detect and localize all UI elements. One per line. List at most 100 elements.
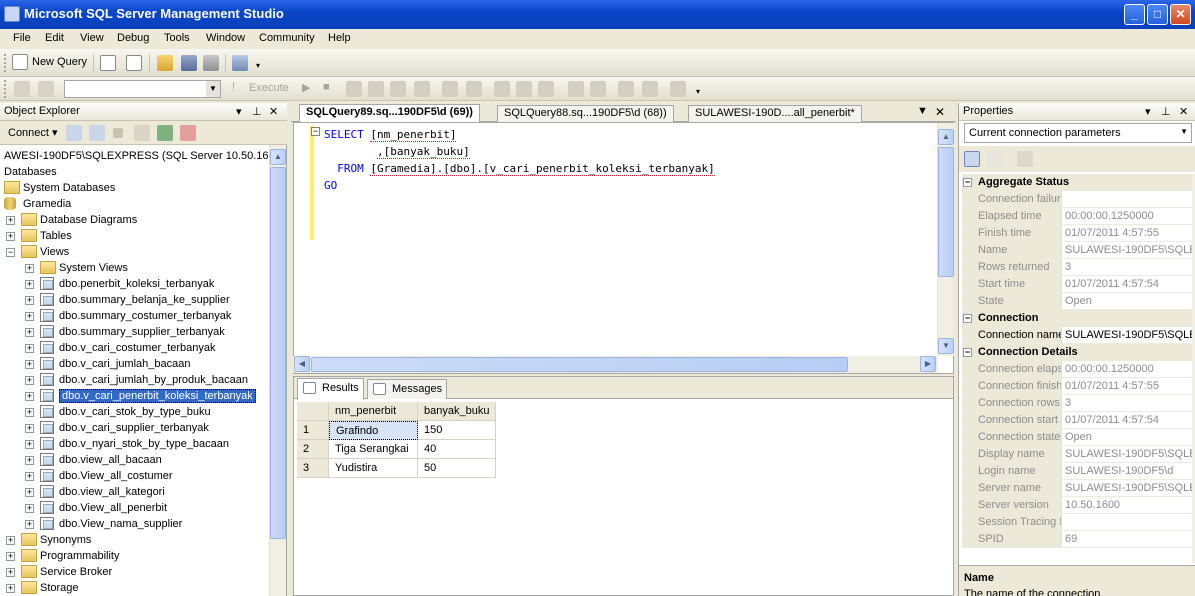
collapse-icon[interactable]: − xyxy=(963,348,972,357)
comment-icon[interactable] xyxy=(568,81,584,97)
results-text-icon[interactable] xyxy=(494,81,510,97)
tree-node[interactable]: + dbo.v_nyari_stok_by_type_bacaan xyxy=(0,436,268,452)
row-header[interactable]: 3 xyxy=(297,459,329,478)
tree-node[interactable]: + dbo.penerbit_koleksi_terbanyak xyxy=(0,276,268,292)
tree-node[interactable]: + dbo.View_all_penerbit xyxy=(0,500,268,516)
close-panel-icon[interactable]: ✕ xyxy=(269,105,278,118)
connect-icon[interactable] xyxy=(14,81,30,97)
hscroll-thumb[interactable] xyxy=(311,357,848,372)
expand-icon[interactable]: + xyxy=(25,456,34,465)
client-stats-icon[interactable] xyxy=(466,81,482,97)
expand-icon[interactable]: + xyxy=(25,424,34,433)
expand-icon[interactable]: + xyxy=(6,536,15,545)
tree-node[interactable]: + Service Broker xyxy=(0,564,268,580)
expand-icon[interactable]: + xyxy=(25,296,34,305)
expand-icon[interactable]: + xyxy=(25,312,34,321)
grid-cell[interactable]: Tiga Serangkai xyxy=(329,440,418,459)
maximize-button[interactable]: □ xyxy=(1147,4,1168,25)
collapse-icon[interactable]: − xyxy=(6,248,15,257)
expand-icon[interactable]: + xyxy=(25,440,34,449)
property-category[interactable]: − Aggregate Status xyxy=(962,174,1195,191)
tree-node[interactable]: + dbo.view_all_kategori xyxy=(0,484,268,500)
property-row[interactable]: Session Tracing I xyxy=(962,514,1195,531)
scroll-down-icon[interactable]: ▼ xyxy=(938,338,954,354)
print-icon[interactable] xyxy=(203,55,219,71)
row-header[interactable]: 1 xyxy=(297,421,329,440)
menu-debug[interactable]: Debug xyxy=(117,32,149,44)
display-plan-icon[interactable] xyxy=(368,81,384,97)
tree-node[interactable]: − Views xyxy=(0,244,268,260)
available-databases-dropdown[interactable]: ▼ xyxy=(64,80,221,98)
menu-tools[interactable]: Tools xyxy=(164,32,190,44)
tree-node[interactable]: + dbo.View_all_costumer xyxy=(0,468,268,484)
property-row[interactable]: Connection start 01/07/2011 4:57:54 xyxy=(962,412,1195,429)
property-category[interactable]: − Connection Details xyxy=(962,344,1195,361)
expand-icon[interactable]: + xyxy=(6,552,15,561)
disconnect-icon[interactable] xyxy=(89,125,105,141)
sql-editor[interactable]: − SELECT [nm_penerbit] ,[banyak_buku] FR… xyxy=(293,122,954,374)
property-pages-icon[interactable] xyxy=(1017,151,1033,167)
property-row[interactable]: NameSULAWESI-190DF5\SQLEXPR xyxy=(962,242,1195,259)
collapse-icon[interactable]: − xyxy=(963,178,972,187)
sql-code[interactable]: SELECT [nm_penerbit] ,[banyak_buku] FROM… xyxy=(324,126,715,194)
close-tab-icon[interactable]: ✕ xyxy=(935,105,945,119)
indent-icon[interactable] xyxy=(642,81,658,97)
grid-cell[interactable]: Yudistira xyxy=(329,459,418,478)
title-bar[interactable]: Microsoft SQL Server Management Studio _… xyxy=(0,0,1195,29)
include-plan-icon[interactable] xyxy=(442,81,458,97)
save-icon[interactable] xyxy=(181,55,197,71)
connect-server-icon[interactable] xyxy=(66,125,82,141)
menu-community[interactable]: Community xyxy=(259,32,315,44)
toolbar-overflow-icon[interactable]: ▾ xyxy=(696,87,700,96)
scroll-thumb[interactable] xyxy=(270,167,286,539)
tab-view-all-penerbit[interactable]: SULAWESI-190D....all_penerbit* xyxy=(688,105,862,122)
tree-node[interactable]: + dbo.v_cari_stok_by_type_buku xyxy=(0,404,268,420)
tree-node[interactable]: + Tables xyxy=(0,228,268,244)
scroll-thumb[interactable] xyxy=(938,147,954,277)
activity-monitor-icon[interactable] xyxy=(232,55,248,71)
property-row[interactable]: SPID 69 xyxy=(962,531,1195,548)
property-row[interactable]: Finish time 01/07/2011 4:57:55 xyxy=(962,225,1195,242)
property-row[interactable]: Login name SULAWESI-190DF5\d xyxy=(962,463,1195,480)
active-files-icon[interactable]: ▼ xyxy=(917,105,928,117)
tree-node[interactable]: + dbo.summary_supplier_terbanyak xyxy=(0,324,268,340)
property-row[interactable]: Connection rows 3 xyxy=(962,395,1195,412)
tree-node[interactable]: + dbo.View_nama_supplier xyxy=(0,516,268,532)
menu-help[interactable]: Help xyxy=(328,32,351,44)
collapse-icon[interactable]: − xyxy=(311,127,320,136)
expand-icon[interactable]: + xyxy=(25,328,34,337)
property-row[interactable]: Connection finish 01/07/2011 4:57:55 xyxy=(962,378,1195,395)
property-row[interactable]: Connection state Open xyxy=(962,429,1195,446)
toolbar-grip[interactable] xyxy=(4,54,7,72)
tree-node[interactable]: + Synonyms xyxy=(0,532,268,548)
tree-scrollbar[interactable]: ▲ xyxy=(269,145,286,596)
query-designer-icon[interactable] xyxy=(390,81,406,97)
properties-header[interactable]: Properties ▾ ⊥ ✕ xyxy=(959,103,1195,121)
parse-icon[interactable] xyxy=(346,81,362,97)
grid-corner[interactable] xyxy=(297,402,329,421)
expand-icon[interactable]: + xyxy=(25,504,34,513)
tree-node[interactable]: + dbo.summary_belanja_ke_supplier xyxy=(0,292,268,308)
object-explorer-header[interactable]: Object Explorer ▾ ⊥ ✕ xyxy=(0,103,287,121)
new-project-icon[interactable] xyxy=(126,55,142,71)
tree-node[interactable]: + System Views xyxy=(0,260,268,276)
expand-icon[interactable]: + xyxy=(6,568,15,577)
tab-sqlquery88[interactable]: SQLQuery88.sq...190DF5\d (68)) xyxy=(497,105,674,122)
property-row[interactable]: Server version 10.50.1600 xyxy=(962,497,1195,514)
menu-file[interactable]: File xyxy=(13,32,31,44)
tree-node[interactable]: + dbo.v_cari_penerbit_koleksi_terbanyak xyxy=(0,388,268,404)
tree-node[interactable]: + Database Diagrams xyxy=(0,212,268,228)
property-row[interactable]: Server nameSULAWESI-190DF5\SQLEXPR xyxy=(962,480,1195,497)
property-category[interactable]: − Connection xyxy=(962,310,1195,327)
tree-node[interactable]: + dbo.v_cari_costumer_terbanyak xyxy=(0,340,268,356)
expand-icon[interactable]: + xyxy=(25,472,34,481)
tab-sqlquery89[interactable]: SQLQuery89.sq...190DF5\d (69)) xyxy=(299,104,480,123)
execute-button[interactable]: Execute xyxy=(249,82,289,94)
property-row[interactable]: Start time 01/07/2011 4:57:54 xyxy=(962,276,1195,293)
menu-edit[interactable]: Edit xyxy=(45,32,64,44)
pin-icon[interactable]: ⊥ xyxy=(1161,105,1171,118)
close-panel-icon[interactable]: ✕ xyxy=(1179,105,1188,118)
tree-node[interactable]: + Storage xyxy=(0,580,268,596)
property-row[interactable]: Connection elaps 00:00:00.1250000 xyxy=(962,361,1195,378)
tree-node[interactable]: + dbo.view_all_bacaan xyxy=(0,452,268,468)
